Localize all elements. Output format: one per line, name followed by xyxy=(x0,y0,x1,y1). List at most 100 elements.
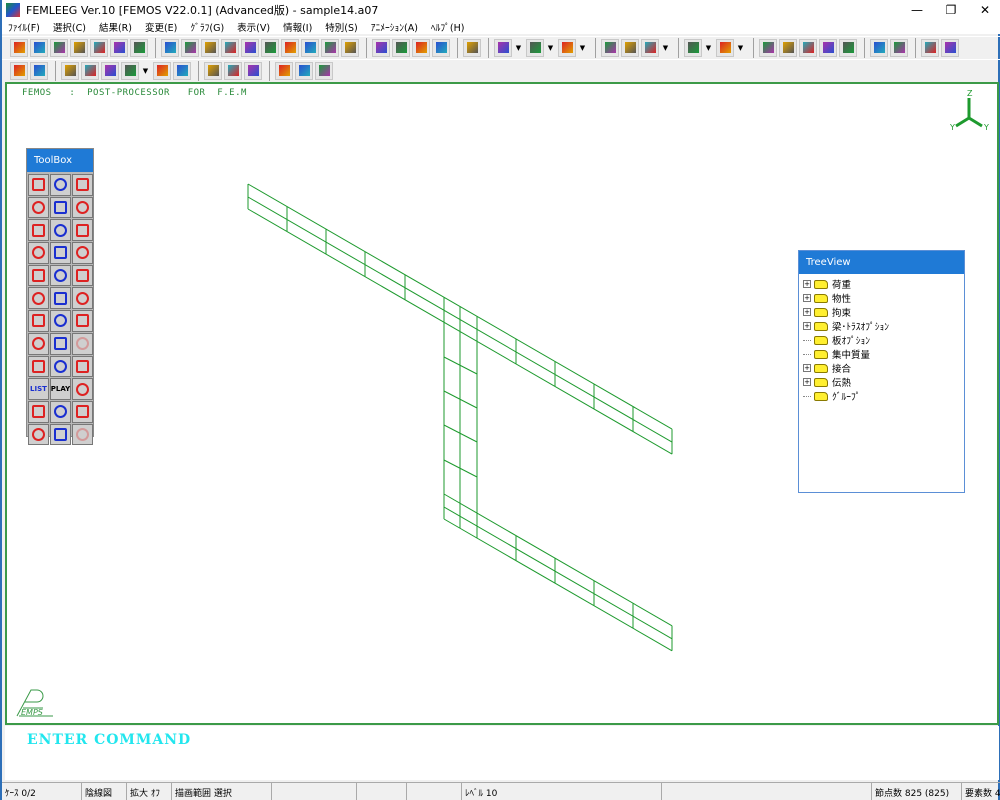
tool-plus-minus[interactable] xyxy=(72,287,93,310)
layers-button[interactable] xyxy=(70,38,88,57)
axis-button[interactable] xyxy=(244,61,262,80)
tool-left[interactable] xyxy=(28,310,49,332)
shade-dropdown-arrow[interactable]: ▼ xyxy=(578,44,587,52)
menu-item-5[interactable]: 表示(V) xyxy=(231,20,277,34)
menu-item-9[interactable]: ﾍﾙﾌﾟ(H) xyxy=(425,20,472,34)
add-cyan-button[interactable] xyxy=(173,61,191,80)
down-scale-dropdown-arrow[interactable]: ▼ xyxy=(661,44,670,52)
command-area[interactable]: ENTER COMMAND xyxy=(5,726,999,780)
tool-rot-y[interactable] xyxy=(72,264,93,287)
tool-cube-hidden[interactable] xyxy=(28,219,49,242)
expand-toggle-icon[interactable]: + xyxy=(803,364,811,372)
zoom-dropdown-arrow[interactable]: ▼ xyxy=(704,44,713,52)
tool-cube[interactable] xyxy=(50,196,71,219)
tool-notes[interactable] xyxy=(28,400,49,423)
circle-button[interactable] xyxy=(321,38,339,57)
tool-cube-wire[interactable] xyxy=(28,196,49,219)
reset-box-button[interactable] xyxy=(839,38,857,57)
graph-3d-button[interactable] xyxy=(412,38,430,57)
lock-button[interactable] xyxy=(81,61,99,80)
tool-angle[interactable] xyxy=(28,287,49,310)
expand-toggle-icon[interactable]: + xyxy=(803,378,811,386)
layers2-button[interactable] xyxy=(90,38,108,57)
deform-button[interactable] xyxy=(281,38,299,57)
tool-rotate-move[interactable] xyxy=(28,355,49,378)
tree-item[interactable]: + 物性 xyxy=(799,291,964,305)
menu-item-3[interactable]: 変更(E) xyxy=(139,20,184,34)
support2-button[interactable] xyxy=(890,38,908,57)
down-red-button[interactable] xyxy=(601,38,619,57)
tree-item[interactable]: + 梁･ﾄﾗｽｵﾌﾟｼｮﾝ xyxy=(799,319,964,333)
fit-box-button[interactable] xyxy=(819,38,837,57)
fringe-button[interactable] xyxy=(181,38,199,57)
tool-play[interactable]: PLAY xyxy=(50,378,71,400)
scale-change-button[interactable] xyxy=(101,61,119,80)
curve-graph-button[interactable] xyxy=(392,38,410,57)
view-button[interactable] xyxy=(494,38,512,57)
pan-dropdown-arrow[interactable]: ▼ xyxy=(546,44,555,52)
menu-item-2[interactable]: 結果(R) xyxy=(93,20,139,34)
expand-toggle-icon[interactable]: + xyxy=(803,308,811,316)
color-bar-button[interactable] xyxy=(295,61,313,80)
close-button[interactable]: ✕ xyxy=(968,0,1000,20)
lock-open-button[interactable] xyxy=(61,61,79,80)
scale-button[interactable] xyxy=(275,61,293,80)
restore-button[interactable]: ❐ xyxy=(934,0,968,20)
tool-down[interactable] xyxy=(50,332,71,355)
zoom-box-button[interactable] xyxy=(799,38,817,57)
zoom-button[interactable] xyxy=(684,38,702,57)
line-graph-button[interactable] xyxy=(372,38,390,57)
menu-item-4[interactable]: ｸﾞﾗﾌ(G) xyxy=(184,20,231,34)
copy-button[interactable] xyxy=(30,38,48,57)
view-dropdown-arrow[interactable]: ▼ xyxy=(514,44,523,52)
bar-graph-button[interactable] xyxy=(432,38,450,57)
expand-toggle-icon[interactable]: + xyxy=(803,280,811,288)
tool-cube-solid[interactable] xyxy=(72,196,93,219)
tree-item[interactable]: + 伝熱 xyxy=(799,375,964,389)
tool-right[interactable] xyxy=(72,310,93,332)
tree-item[interactable]: 集中質量 xyxy=(799,347,964,361)
load-cyan-button[interactable] xyxy=(941,38,959,57)
tree-item[interactable]: + 接合 xyxy=(799,361,964,375)
shade-button[interactable] xyxy=(558,38,576,57)
tool-hatch[interactable] xyxy=(50,400,71,423)
tree-item[interactable]: + 拘束 xyxy=(799,305,964,319)
tree-item[interactable]: + 荷重 xyxy=(799,277,964,291)
tool-rotate-disabled[interactable] xyxy=(72,332,93,355)
tool-undo[interactable] xyxy=(28,423,49,446)
load-red-button[interactable] xyxy=(921,38,939,57)
tool-zoom[interactable] xyxy=(72,355,93,378)
open-button[interactable] xyxy=(10,38,28,57)
menu-item-1[interactable]: 選択(C) xyxy=(47,20,93,34)
mesh-select-dropdown-arrow[interactable]: ▼ xyxy=(141,67,150,75)
support-button[interactable] xyxy=(241,38,259,57)
tool-swap[interactable] xyxy=(50,174,71,196)
print-button[interactable] xyxy=(110,38,128,57)
tool-cube-light[interactable] xyxy=(50,219,71,242)
add-red-button[interactable] xyxy=(153,61,171,80)
tool-rot-x[interactable] xyxy=(28,264,49,287)
pan-button[interactable] xyxy=(526,38,544,57)
tool-cube-hand[interactable] xyxy=(72,219,93,242)
treeview-title[interactable]: TreeView xyxy=(799,251,964,274)
tool-redo-disabled[interactable] xyxy=(72,423,93,446)
frame-button[interactable] xyxy=(870,38,888,57)
tool-view-zy[interactable] xyxy=(72,242,93,264)
contour-button[interactable] xyxy=(161,38,179,57)
expand-toggle-icon[interactable]: + xyxy=(803,294,811,302)
elevate-dropdown-arrow[interactable]: ▼ xyxy=(736,44,745,52)
down-scale-button[interactable] xyxy=(641,38,659,57)
label-123-button[interactable] xyxy=(301,38,319,57)
tool-view-yx[interactable] xyxy=(28,242,49,264)
tree-item[interactable]: 板ｵﾌﾟｼｮﾝ xyxy=(799,333,964,347)
down-cyan-button[interactable] xyxy=(621,38,639,57)
beam-graph-button[interactable] xyxy=(341,38,359,57)
menu-item-6[interactable]: 情報(I) xyxy=(277,20,319,34)
elevate-button[interactable] xyxy=(716,38,734,57)
table-button[interactable] xyxy=(315,61,333,80)
forward-button[interactable] xyxy=(224,61,242,80)
tool-mirror[interactable] xyxy=(28,174,49,196)
tool-view-zx[interactable] xyxy=(50,242,71,264)
tool-rot-z[interactable] xyxy=(50,264,71,287)
tool-list[interactable]: LIST xyxy=(28,378,49,400)
